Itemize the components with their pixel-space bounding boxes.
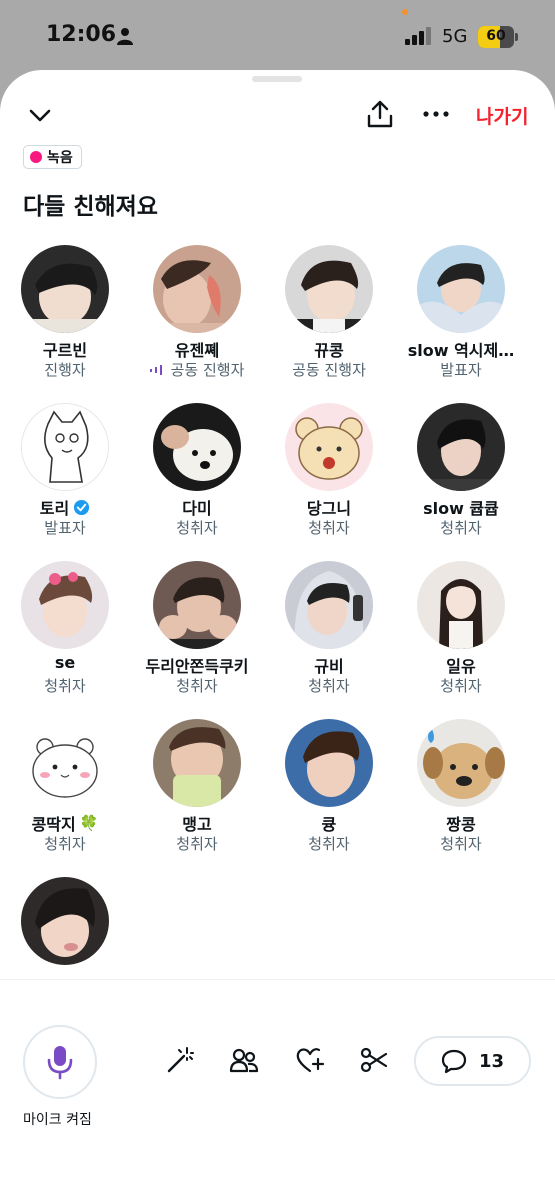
participant-role: 청취자 [440, 519, 482, 537]
leave-button[interactable]: 나가기 [476, 102, 528, 129]
participant-name: 뀨콩 [314, 341, 344, 360]
space-sheet: 나가기 녹음 다들 친해져요 구르빈 진행자 유젠쪠 공동 진행자 뀨콩 공동 … [0, 70, 555, 1200]
status-bar: 12:06 5G 60 [0, 0, 555, 70]
space-title: 다들 친해져요 [23, 194, 158, 220]
people-icon[interactable] [229, 1045, 259, 1075]
participant-name: 맹고 [182, 815, 212, 834]
recording-dot-icon [30, 151, 42, 163]
avatar[interactable] [153, 561, 241, 649]
clover-emoji: 🍀 [79, 814, 99, 832]
participant-name: 다미 [182, 499, 212, 518]
share-icon[interactable] [365, 99, 395, 129]
avatar[interactable] [21, 877, 109, 965]
avatar[interactable] [153, 719, 241, 807]
participant-role: 청취자 [176, 519, 218, 537]
participant-grid: 구르빈 진행자 유젠쪠 공동 진행자 뀨콩 공동 진행자 slow 역시제… 발… [0, 245, 555, 980]
participant-name: 규비 [314, 657, 344, 676]
avatar[interactable] [21, 403, 109, 491]
participant-role: 청취자 [308, 677, 350, 695]
microphone-icon [47, 1046, 73, 1080]
avatar[interactable] [21, 245, 109, 333]
participant-name: 콩딱지 [31, 815, 76, 834]
participant-role: 진행자 [44, 361, 86, 379]
speaking-indicator-icon [149, 364, 162, 375]
participant-role: 발표자 [440, 361, 482, 379]
participant-role: 청취자 [308, 835, 350, 853]
mic-button[interactable] [23, 1025, 97, 1099]
participant-role: 청취자 [44, 677, 86, 695]
person-icon [117, 28, 133, 45]
chevron-down-icon[interactable] [25, 100, 55, 130]
avatar[interactable] [153, 245, 241, 333]
magic-wand-icon[interactable] [165, 1045, 195, 1075]
avatar[interactable] [285, 403, 373, 491]
status-time: 12:06 [46, 22, 117, 47]
participant-role: 공동 진행자 [170, 361, 245, 379]
privacy-indicator-dot [402, 9, 408, 15]
participant-name: 큥 [321, 815, 337, 834]
recording-badge: 녹음 [23, 145, 82, 169]
avatar[interactable] [285, 561, 373, 649]
avatar[interactable] [417, 719, 505, 807]
avatar[interactable] [285, 719, 373, 807]
avatar[interactable] [21, 719, 109, 807]
toolbar-divider [0, 979, 555, 980]
avatar[interactable] [153, 403, 241, 491]
participant-name: 토리 [39, 499, 70, 518]
avatar[interactable] [21, 561, 109, 649]
cellular-signal-icon [405, 27, 431, 45]
battery-level: 60 [486, 28, 506, 44]
participant-role: 청취자 [176, 835, 218, 853]
participant-name: 짱콩 [446, 815, 476, 834]
participant-name: 구르빈 [42, 341, 88, 360]
participant-role: 발표자 [44, 519, 86, 537]
more-icon[interactable] [421, 99, 451, 129]
avatar[interactable] [417, 561, 505, 649]
avatar[interactable] [417, 403, 505, 491]
participant-name: 당그니 [306, 499, 352, 518]
participant-role: 청취자 [308, 519, 350, 537]
battery-icon: 60 [478, 26, 518, 48]
sheet-grabber[interactable] [252, 76, 302, 82]
participant-role: 청취자 [44, 835, 86, 853]
scissors-icon[interactable] [359, 1045, 389, 1075]
participant-name: 일유 [446, 657, 476, 676]
comment-count: 13 [478, 1050, 505, 1072]
participant-name: slow 큡큡 [423, 499, 499, 518]
participant-name: se [54, 653, 76, 672]
participant-name: 유젠쪠 [174, 341, 220, 360]
avatar[interactable] [417, 245, 505, 333]
participant-name: slow 역시제… [407, 341, 515, 360]
participant-name: 두리안쫀득쿠키 [145, 657, 249, 676]
comments-button[interactable]: 13 [414, 1036, 531, 1086]
participant-role: 청취자 [440, 677, 482, 695]
comment-icon [441, 1049, 467, 1074]
verified-badge-icon [74, 499, 90, 515]
network-type: 5G [442, 26, 468, 47]
mic-status-label: 마이크 켜짐 [23, 1112, 92, 1128]
recording-label: 녹음 [47, 150, 73, 166]
participant-role: 청취자 [440, 835, 482, 853]
avatar[interactable] [285, 245, 373, 333]
participant-role: 청취자 [176, 677, 218, 695]
participant-role: 공동 진행자 [292, 361, 366, 379]
heart-plus-icon[interactable] [295, 1045, 325, 1075]
